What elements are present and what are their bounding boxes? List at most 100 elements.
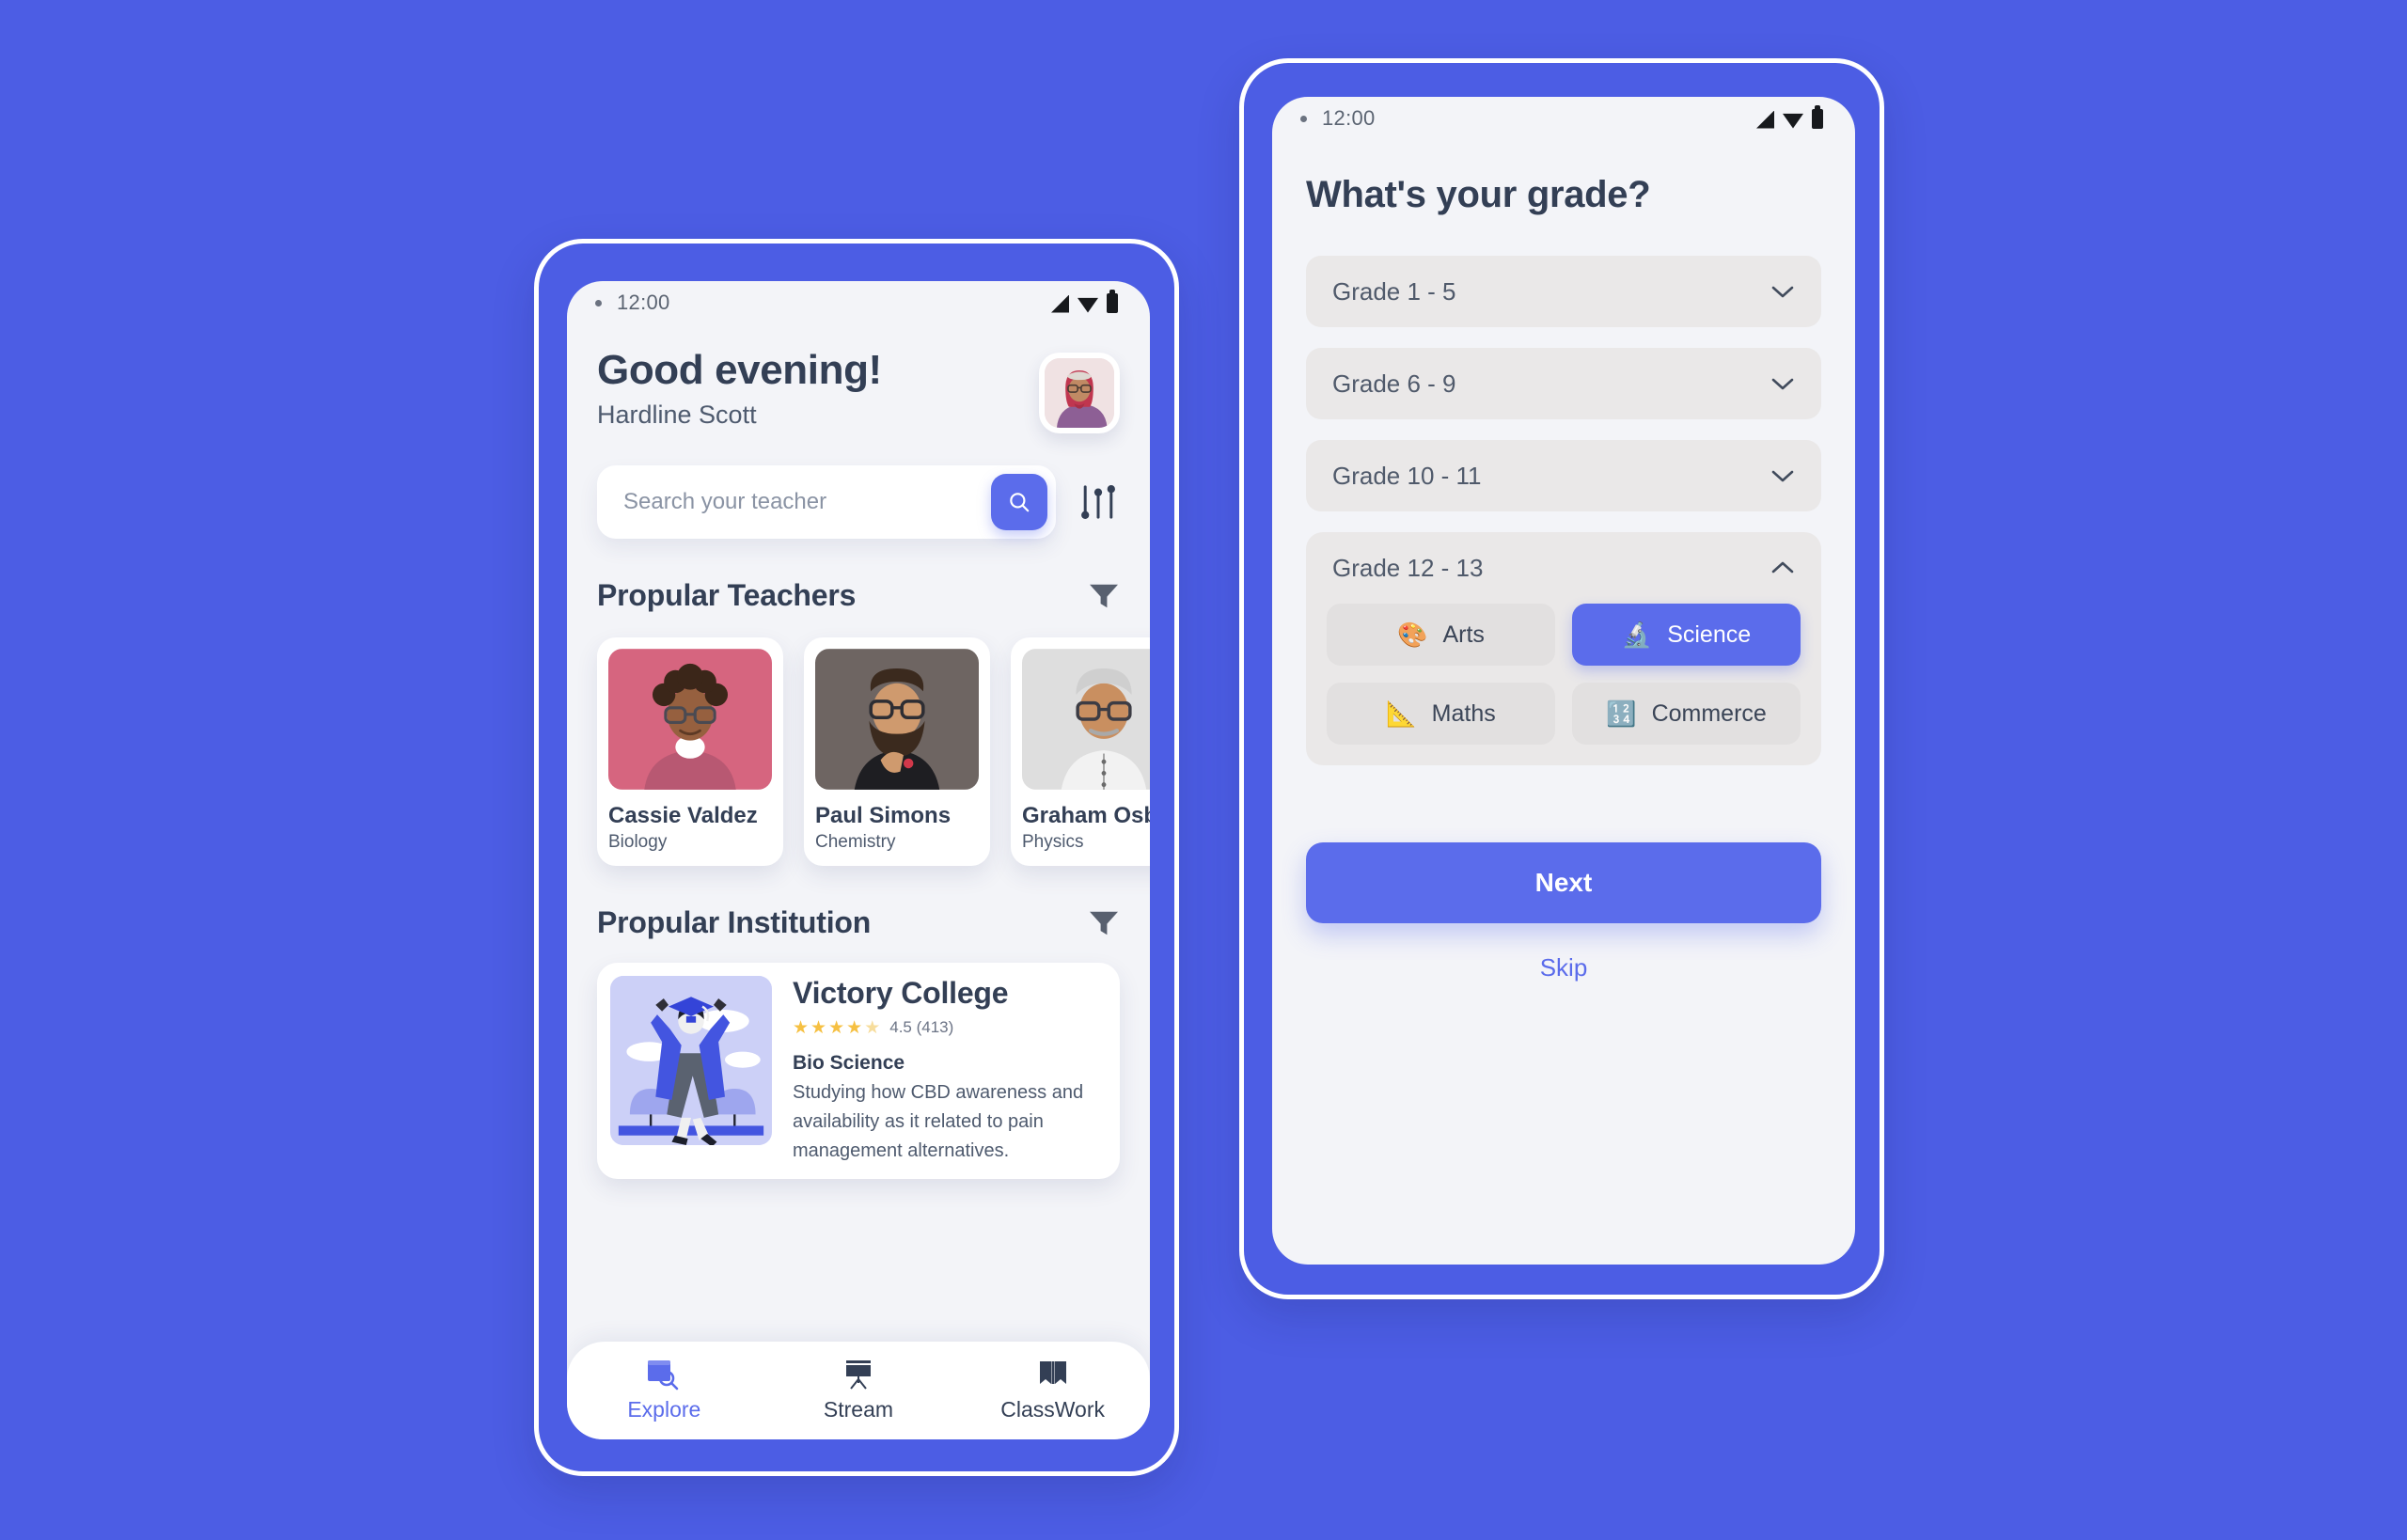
page-title: What's your grade? [1306, 174, 1651, 215]
canvas: 12:00 Good evening! Hardline Scott Searc… [0, 0, 2407, 1540]
graduation-illustration [610, 976, 772, 1145]
subject-chip-science[interactable]: 🔬 Science [1572, 604, 1801, 666]
grade-option-12-13[interactable]: Grade 12 - 13 [1327, 532, 1801, 604]
teacher-card-list: Cassie Valdez Biology Paul Simons Chemis… [597, 637, 1150, 866]
signal-icon [1051, 294, 1069, 313]
nav-label: Explore [627, 1397, 701, 1422]
signal-icon [1756, 110, 1774, 129]
grade-content: What's your grade? Grade 1 - 5 Grade 6 -… [1272, 174, 1855, 982]
rating-row: ★ ★ ★ ★ ★ 4.5 (413) [793, 1018, 1107, 1037]
nav-label: Stream [823, 1397, 894, 1422]
grade-label: Grade 1 - 5 [1332, 276, 1456, 306]
institution-card[interactable]: Victory College ★ ★ ★ ★ ★ 4.5 (413) Bio … [597, 963, 1120, 1179]
teacher-subject: Biology [608, 832, 668, 852]
institution-details: Victory College ★ ★ ★ ★ ★ 4.5 (413) Bio … [793, 976, 1107, 1166]
numbers-icon: 🔢 [1606, 699, 1637, 728]
phone-mockup-grade: 12:00 What's your grade? Grade 1 - 5 Gra… [1239, 58, 1884, 1299]
funnel-icon[interactable] [1088, 582, 1120, 610]
teacher-name: Paul Simons [815, 803, 952, 828]
star-icon: ★ [828, 1017, 845, 1038]
institution-section-header: Propular Institution [597, 905, 1120, 940]
avatar-image [1045, 358, 1114, 428]
wifi-icon [1783, 113, 1803, 129]
next-button[interactable]: Next [1306, 842, 1821, 923]
table-row[interactable]: Paul Simons Chemistry [804, 637, 990, 866]
search-input[interactable] [623, 489, 991, 515]
teacher-photo [815, 649, 979, 790]
grade-label: Grade 12 - 13 [1332, 553, 1484, 582]
subject-chip-arts[interactable]: 🎨 Arts [1327, 604, 1555, 666]
triangle-ruler-icon: 📐 [1386, 699, 1417, 728]
table-row[interactable]: Graham Osborne Physics [1011, 637, 1150, 866]
teacher-subject: Physics [1022, 832, 1084, 852]
teacher-photo [1022, 649, 1150, 790]
teacher-name: Cassie Valdez [608, 803, 758, 828]
nav-item-explore[interactable]: Explore [593, 1359, 734, 1422]
teachers-section-header: Propular Teachers [597, 578, 1120, 613]
wifi-icon [1078, 297, 1098, 313]
open-book-icon [1039, 1361, 1066, 1384]
subject-chip-commerce[interactable]: 🔢 Commerce [1572, 683, 1801, 745]
home-content: Good evening! Hardline Scott Search your… [567, 347, 1150, 1439]
battery-icon [1107, 289, 1118, 313]
star-rating: ★ ★ ★ ★ ★ [793, 1019, 880, 1037]
grade-label: Grade 10 - 11 [1332, 461, 1482, 490]
section-title-teachers: Propular Teachers [597, 578, 857, 612]
grade-option-12-13-expanded: Grade 12 - 13 🎨 Arts 🔬 Science 📐 Maths 🔢… [1306, 532, 1821, 765]
subject-label: Commerce [1651, 699, 1767, 727]
rating-text: 4.5 (413) [889, 1018, 954, 1036]
search-icon [1010, 493, 1030, 512]
battery-icon [1812, 104, 1823, 129]
sliders-icon[interactable] [1077, 480, 1120, 524]
grade-option-10-11[interactable]: Grade 10 - 11 [1306, 440, 1821, 511]
grade-option-6-9[interactable]: Grade 6 - 9 [1306, 348, 1821, 419]
star-icon: ★ [846, 1017, 863, 1038]
chevron-up-icon [1771, 561, 1794, 574]
status-time: 12:00 [1322, 106, 1376, 130]
status-time: 12:00 [617, 291, 670, 314]
search-row [597, 465, 1120, 539]
teacher-photo [608, 649, 772, 790]
table-row[interactable]: Cassie Valdez Biology [597, 637, 783, 866]
search-button[interactable] [991, 474, 1047, 530]
chevron-down-icon [1771, 378, 1794, 390]
teacher-name: Graham Osborne [1022, 803, 1150, 828]
chevron-down-icon [1771, 470, 1794, 482]
home-screen: 12:00 Good evening! Hardline Scott Searc… [567, 281, 1150, 1439]
chevron-down-icon [1771, 286, 1794, 298]
notification-dot-icon [1300, 115, 1307, 122]
nav-item-classwork[interactable]: ClassWork [983, 1359, 1124, 1422]
status-bar: 12:00 [567, 281, 1150, 324]
page-title: Good evening! [597, 347, 882, 393]
star-icon: ★ [810, 1017, 827, 1038]
nav-item-stream[interactable]: Stream [788, 1359, 929, 1422]
notification-dot-icon [595, 299, 602, 306]
presentation-board-icon [845, 1360, 871, 1390]
subject-chip-grid: 🎨 Arts 🔬 Science 📐 Maths 🔢 Commerce [1327, 604, 1801, 745]
star-half-icon: ★ [864, 1017, 881, 1038]
section-title-institution: Propular Institution [597, 905, 872, 939]
grade-option-list: Grade 1 - 5 Grade 6 - 9 Grade 10 - 11 Gr… [1306, 256, 1821, 765]
subject-label: Arts [1442, 621, 1485, 648]
grade-option-1-5[interactable]: Grade 1 - 5 [1306, 256, 1821, 327]
subject-label: Maths [1431, 699, 1496, 727]
institution-name: Victory College [793, 976, 1009, 1010]
grade-selection-screen: 12:00 What's your grade? Grade 1 - 5 Gra… [1272, 97, 1855, 1265]
institution-description: Studying how CBD awareness and availabil… [793, 1082, 1084, 1161]
subject-chip-maths[interactable]: 📐 Maths [1327, 683, 1555, 745]
user-name: Hardline Scott [597, 401, 757, 430]
subject-label: Science [1667, 621, 1752, 648]
greeting-text-block: Good evening! Hardline Scott [597, 347, 882, 430]
search-box[interactable] [597, 465, 1056, 539]
teacher-subject: Chemistry [815, 832, 896, 852]
star-icon: ★ [793, 1017, 810, 1038]
browser-search-icon [648, 1360, 679, 1391]
skip-link[interactable]: Skip [1306, 953, 1821, 982]
avatar[interactable] [1039, 353, 1120, 433]
palette-icon: 🎨 [1397, 621, 1428, 649]
grade-label: Grade 6 - 9 [1332, 369, 1456, 398]
status-bar: 12:00 [1272, 97, 1855, 140]
greeting-header: Good evening! Hardline Scott [597, 347, 1120, 433]
nav-label: ClassWork [1000, 1397, 1106, 1422]
funnel-icon[interactable] [1088, 909, 1120, 937]
